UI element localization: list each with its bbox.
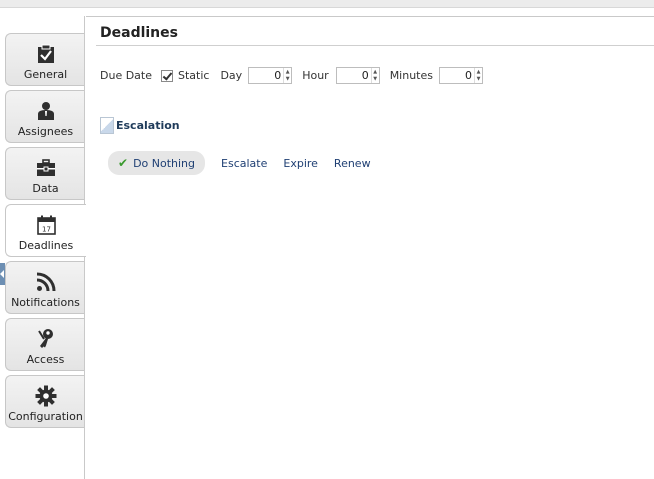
escalation-section-header[interactable]: Escalation [100, 117, 180, 134]
keys-icon [35, 328, 57, 350]
tab-label: Access [26, 353, 65, 366]
tab-label: General [23, 68, 68, 81]
renew-option[interactable]: Renew [334, 157, 371, 170]
tab-deadlines[interactable]: 17 Deadlines [5, 204, 86, 257]
sidebar: General Assignees Data 17 Deadlines Noti… [0, 8, 86, 479]
escalation-actions: ✔ Do Nothing Escalate Expire Renew [108, 151, 387, 175]
gear-icon [35, 385, 57, 407]
minutes-label: Minutes [389, 69, 433, 82]
hour-up-icon[interactable]: ▲ [372, 68, 379, 76]
tab-access[interactable]: Access [5, 318, 85, 371]
main-panel: Deadlines Due Date Static Day ▲▼ Hour ▲▼… [86, 16, 654, 479]
title-divider [96, 45, 654, 46]
top-bar [0, 0, 654, 8]
tab-label: Configuration [8, 410, 83, 423]
user-icon [35, 100, 57, 122]
minutes-up-icon[interactable]: ▲ [475, 68, 482, 76]
day-stepper[interactable]: ▲▼ [248, 67, 293, 84]
tab-assignees[interactable]: Assignees [5, 90, 85, 143]
day-up-icon[interactable]: ▲ [284, 68, 291, 76]
hour-down-icon[interactable]: ▼ [372, 76, 379, 84]
minutes-down-icon[interactable]: ▼ [475, 76, 482, 84]
static-label: Static [178, 69, 210, 82]
tab-label: Deadlines [18, 239, 74, 252]
escalate-option[interactable]: Escalate [221, 157, 267, 170]
static-checkbox[interactable] [161, 69, 173, 82]
tab-general[interactable]: General [5, 33, 85, 86]
hour-label: Hour [302, 69, 329, 82]
option-label: Do Nothing [133, 156, 196, 170]
day-label: Day [220, 69, 243, 82]
checkmark-icon: ✔ [118, 156, 129, 170]
tab-label: Notifications [11, 296, 80, 309]
hour-input[interactable] [336, 68, 371, 83]
do-nothing-option[interactable]: ✔ Do Nothing [108, 151, 206, 175]
clipboard-check-icon [35, 43, 57, 65]
day-down-icon[interactable]: ▼ [284, 76, 291, 84]
page-title: Deadlines [100, 25, 178, 41]
tab-notifications[interactable]: Notifications [5, 261, 85, 314]
calendar-day-text: 17 [42, 226, 51, 234]
collapse-sidebar-handle[interactable] [0, 263, 5, 285]
due-date-row: Due Date Static Day ▲▼ Hour ▲▼ Minutes ▲… [100, 67, 493, 84]
tab-configuration[interactable]: Configuration [5, 375, 85, 428]
calendar-icon: 17 [35, 214, 57, 236]
rss-icon [35, 271, 57, 293]
minutes-input[interactable] [440, 68, 474, 83]
collapse-section-icon[interactable] [100, 117, 114, 134]
tab-label: Assignees [17, 125, 74, 138]
minutes-stepper[interactable]: ▲▼ [439, 67, 483, 84]
tab-label: Data [32, 182, 59, 195]
escalation-title: Escalation [116, 119, 180, 132]
hour-stepper[interactable]: ▲▼ [335, 67, 380, 84]
briefcase-icon [35, 157, 57, 179]
tab-data[interactable]: Data [5, 147, 85, 200]
day-input[interactable] [249, 68, 284, 83]
expire-option[interactable]: Expire [283, 157, 318, 170]
due-date-label: Due Date [100, 69, 152, 82]
